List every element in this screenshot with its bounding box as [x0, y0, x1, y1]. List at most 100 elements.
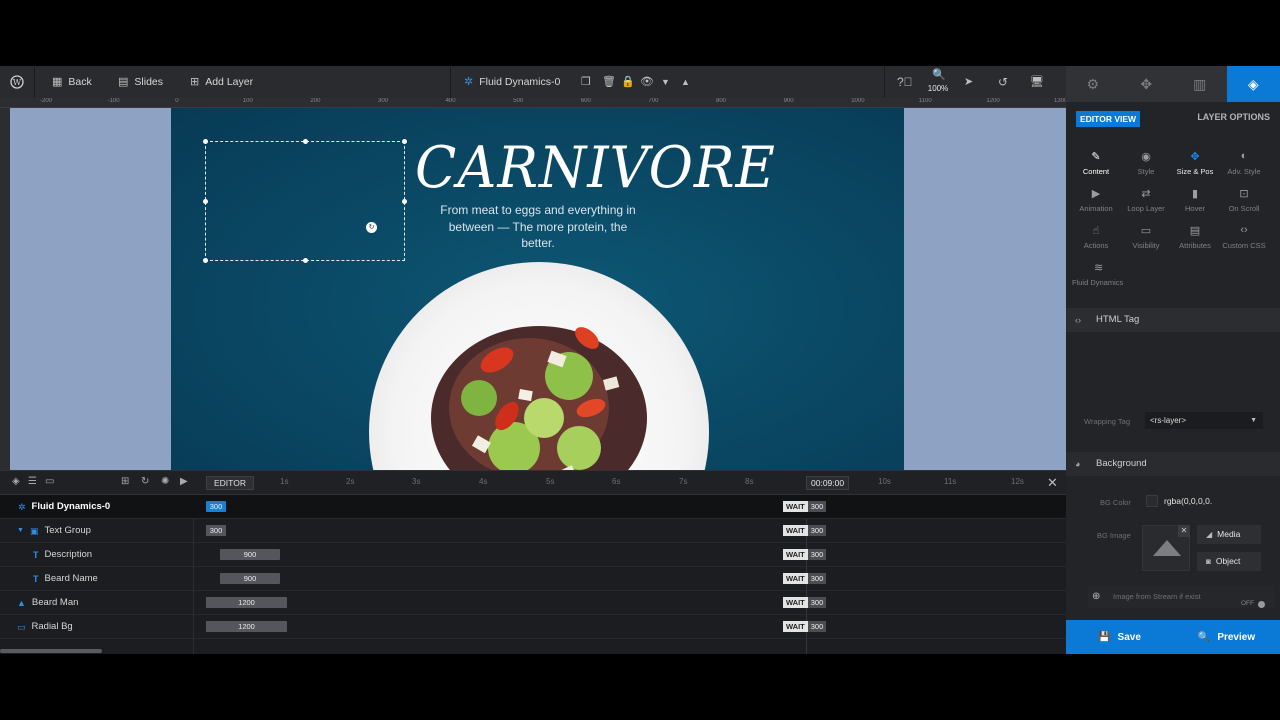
zoom-button[interactable]: 🔍: [932, 66, 946, 84]
timeline-row[interactable]: T Beard Name 900 WAIT 300: [0, 567, 1066, 591]
palette-icon: ◉: [1141, 151, 1151, 163]
wait-marker[interactable]: WAIT 300: [783, 525, 827, 536]
lock-layer-button[interactable]: 🔒: [621, 66, 635, 98]
top-toolbar: W ▦ Back ▤ Slides ⊞ Add Layer ✲ Fluid Dy…: [0, 66, 1066, 98]
back-label: Back: [68, 76, 92, 88]
timing-bar[interactable]: 900: [220, 573, 280, 584]
option-on-scroll[interactable]: ⊡ On Scroll: [1218, 187, 1270, 213]
option-style[interactable]: ◉ Style: [1120, 150, 1172, 176]
tab-slide-options[interactable]: ▥: [1173, 66, 1227, 102]
html-tag-section[interactable]: ‹› HTML Tag: [1066, 308, 1280, 332]
editor-canvas[interactable]: ↻ CARNIVORE From meat to eggs and everyt…: [10, 108, 1066, 470]
device-view-button[interactable]: 🖥: [1030, 66, 1044, 98]
bg-image-preview[interactable]: ✕: [1142, 525, 1190, 571]
move-up-button[interactable]: ▲: [681, 66, 690, 98]
tab-layer-options[interactable]: ◈: [1226, 66, 1280, 102]
grid-toggle-icon[interactable]: ⊞: [121, 476, 129, 487]
timeline-row[interactable]: ▲ Beard Man 1200 WAIT 300: [0, 591, 1066, 615]
editor-mode-label[interactable]: EDITOR: [206, 476, 254, 490]
timing-bar[interactable]: 300: [206, 525, 226, 536]
rotate-handle-icon[interactable]: ↻: [366, 222, 377, 233]
wrapping-tag-select[interactable]: <rs-layer> ▼: [1145, 412, 1263, 429]
close-icon[interactable]: ✕: [1178, 525, 1190, 537]
bg-color-value[interactable]: rgba(0,0,0,0.: [1164, 496, 1212, 506]
timeline-row[interactable]: ▭ Radial Bg 1200 WAIT 300: [0, 615, 1066, 639]
option-size-pos[interactable]: ✥ Size & Pos: [1169, 150, 1221, 176]
background-section[interactable]: ◕ Background: [1066, 452, 1280, 476]
selection-tool-button[interactable]: ➤: [964, 66, 973, 98]
back-button[interactable]: ▦ Back: [52, 66, 92, 98]
option-content[interactable]: ✎ Content: [1070, 150, 1122, 176]
folder-icon[interactable]: ▭: [45, 476, 54, 487]
stream-toggle[interactable]: OFF: [1241, 593, 1265, 615]
refresh-icon[interactable]: ↻: [141, 476, 149, 487]
list-icon[interactable]: ☰: [28, 476, 37, 487]
option-actions[interactable]: ☝ Actions: [1070, 224, 1122, 250]
timing-bar[interactable]: 900: [220, 549, 280, 560]
caret-down-icon: ▼: [661, 76, 670, 87]
play-icon[interactable]: ▶: [180, 476, 188, 487]
slide-description[interactable]: From meat to eggs and everything in betw…: [433, 202, 643, 252]
row-label: Radial Bg: [31, 621, 73, 632]
chevron-down-icon[interactable]: ▼: [17, 519, 24, 543]
delete-layer-button[interactable]: 🗑: [602, 66, 616, 98]
timing-bar[interactable]: 300: [206, 501, 226, 512]
media-icon: ◢: [1206, 530, 1213, 539]
timing-bar[interactable]: 1200: [206, 621, 287, 632]
shape-icon: ▭: [17, 622, 26, 632]
timeline-tick-label: 2s: [346, 477, 355, 486]
wait-marker[interactable]: WAIT 300: [783, 549, 827, 560]
salad-image: [431, 326, 647, 470]
option-adv-style[interactable]: ◐ Adv. Style: [1218, 150, 1270, 176]
bg-color-swatch[interactable]: [1146, 495, 1158, 507]
monitor-icon: 🖥: [1030, 75, 1044, 88]
option-visibility[interactable]: ▭ Visibility: [1120, 224, 1172, 250]
option-custom-css[interactable]: ‹› Custom CSS: [1218, 224, 1270, 250]
slide-stage[interactable]: ↻ CARNIVORE From meat to eggs and everyt…: [171, 108, 904, 470]
option-attributes[interactable]: ▤ Attributes: [1169, 224, 1221, 250]
timeline-row[interactable]: ▼ ▣ Text Group 300 WAIT 300: [0, 519, 1066, 543]
option-fluid-dynamics[interactable]: ≋ Fluid Dynamics: [1070, 261, 1130, 287]
close-timeline-icon[interactable]: ✕: [1047, 475, 1058, 491]
tab-navigation[interactable]: ✥: [1120, 66, 1174, 102]
object-button[interactable]: ◙ Object: [1197, 552, 1261, 571]
move-down-button[interactable]: ▼: [661, 66, 670, 98]
timeline-tick-label: 10s: [878, 477, 891, 486]
preview-button[interactable]: 🔍 Preview: [1173, 620, 1280, 654]
option-loop-layer[interactable]: ⇄ Loop Layer: [1120, 187, 1172, 213]
timeline-row[interactable]: T Description 900 WAIT 300: [0, 543, 1066, 567]
current-layer-selector[interactable]: ✲ Fluid Dynamics-0: [464, 66, 560, 98]
visibility-button[interactable]: 👁: [640, 66, 654, 98]
current-time[interactable]: 00:09:00: [806, 476, 850, 490]
wordpress-logo-button[interactable]: W: [10, 66, 24, 98]
save-button[interactable]: 💾 Save: [1066, 620, 1173, 654]
slides-button[interactable]: ▤ Slides: [118, 66, 163, 98]
editor-view-button[interactable]: EDITOR VIEW: [1076, 111, 1141, 127]
selected-layer-box[interactable]: [203, 139, 407, 263]
search-icon: 🔍: [1197, 631, 1211, 643]
timeline-row[interactable]: ✲ Fluid Dynamics-0 300 WAIT 300: [0, 495, 1066, 519]
option-hover[interactable]: ▮ Hover: [1169, 187, 1221, 213]
layers-stack-icon[interactable]: ◈: [12, 476, 20, 487]
media-button[interactable]: ◢ Media: [1197, 525, 1261, 544]
option-animation[interactable]: ▶ Animation: [1070, 187, 1122, 213]
timeline-scrollbar[interactable]: [0, 649, 102, 653]
slide-title[interactable]: CARNIVORE: [415, 134, 776, 200]
help-button[interactable]: ?⃝: [897, 66, 913, 98]
duplicate-layer-button[interactable]: ❐: [581, 66, 591, 98]
undo-button[interactable]: ↺: [998, 66, 1008, 98]
wait-marker[interactable]: WAIT 300: [783, 621, 827, 632]
add-layer-button[interactable]: ⊞ Add Layer: [190, 66, 253, 98]
tab-slider-settings[interactable]: ⚙: [1066, 66, 1120, 102]
save-bar: 💾 Save 🔍 Preview: [1066, 620, 1280, 654]
settings-icon[interactable]: ✺: [161, 476, 169, 487]
wait-marker[interactable]: WAIT 300: [783, 573, 827, 584]
wait-marker[interactable]: WAIT 300: [783, 501, 827, 512]
zoom-level: 100%: [927, 84, 949, 93]
image-from-stream-option: ⊕ Image from Stream if exist OFF: [1088, 586, 1274, 608]
wait-marker[interactable]: WAIT 300: [783, 597, 827, 608]
pencil-icon: ✎: [1091, 151, 1101, 163]
hand-icon: ☝: [1092, 225, 1100, 237]
timing-bar[interactable]: 1200: [206, 597, 287, 608]
caret-up-icon: ▲: [681, 76, 690, 87]
